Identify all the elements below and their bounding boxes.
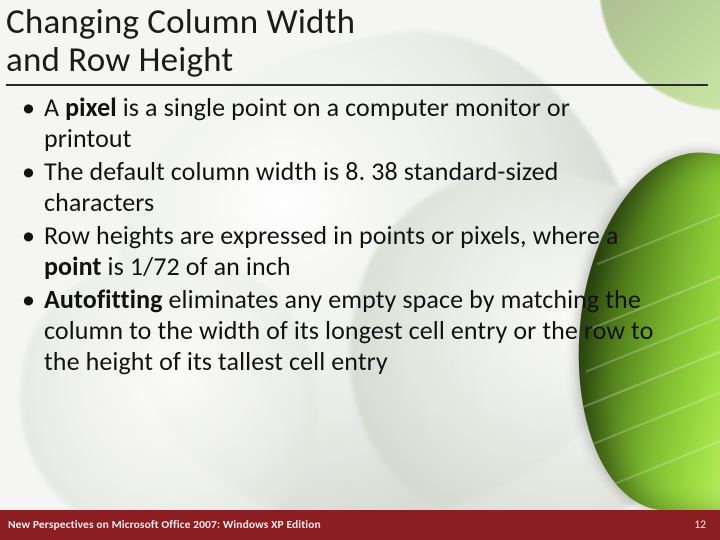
title-line-1: Changing Column Width xyxy=(6,1,355,43)
bullet-text-bold: point xyxy=(44,250,102,282)
bullet-text-bold: pixel xyxy=(65,91,117,123)
bullet-text-post: is 1/72 of an inch xyxy=(102,250,291,282)
list-item: Autofitting eliminates any empty space b… xyxy=(14,284,654,377)
bullet-list: A pixel is a single point on a computer … xyxy=(14,92,654,376)
bullet-text-pre: Row heights are expressed in points or p… xyxy=(44,219,618,251)
slide-footer: New Perspectives on Microsoft Office 200… xyxy=(0,510,720,540)
bullet-text-pre: A xyxy=(44,91,65,123)
list-item: A pixel is a single point on a computer … xyxy=(14,92,654,154)
title-line-2: and Row Height xyxy=(6,39,233,81)
list-item: The default column width is 8. 38 standa… xyxy=(14,156,654,218)
title-underline xyxy=(6,84,708,86)
bullet-text-pre: The default column width is 8. 38 standa… xyxy=(44,155,558,218)
slide-title-block: Changing Column Width and Row Height xyxy=(6,4,704,86)
slide-title: Changing Column Width and Row Height xyxy=(6,4,704,80)
list-item: Row heights are expressed in points or p… xyxy=(14,220,654,282)
slide: Changing Column Width and Row Height A p… xyxy=(0,0,720,540)
footer-source: New Perspectives on Microsoft Office 200… xyxy=(8,518,321,532)
bullet-text-bold: Autofitting xyxy=(44,283,163,315)
footer-page-number: 12 xyxy=(694,518,706,532)
bullet-text-post: is a single point on a computer monitor … xyxy=(44,91,570,154)
slide-body: A pixel is a single point on a computer … xyxy=(14,92,654,378)
